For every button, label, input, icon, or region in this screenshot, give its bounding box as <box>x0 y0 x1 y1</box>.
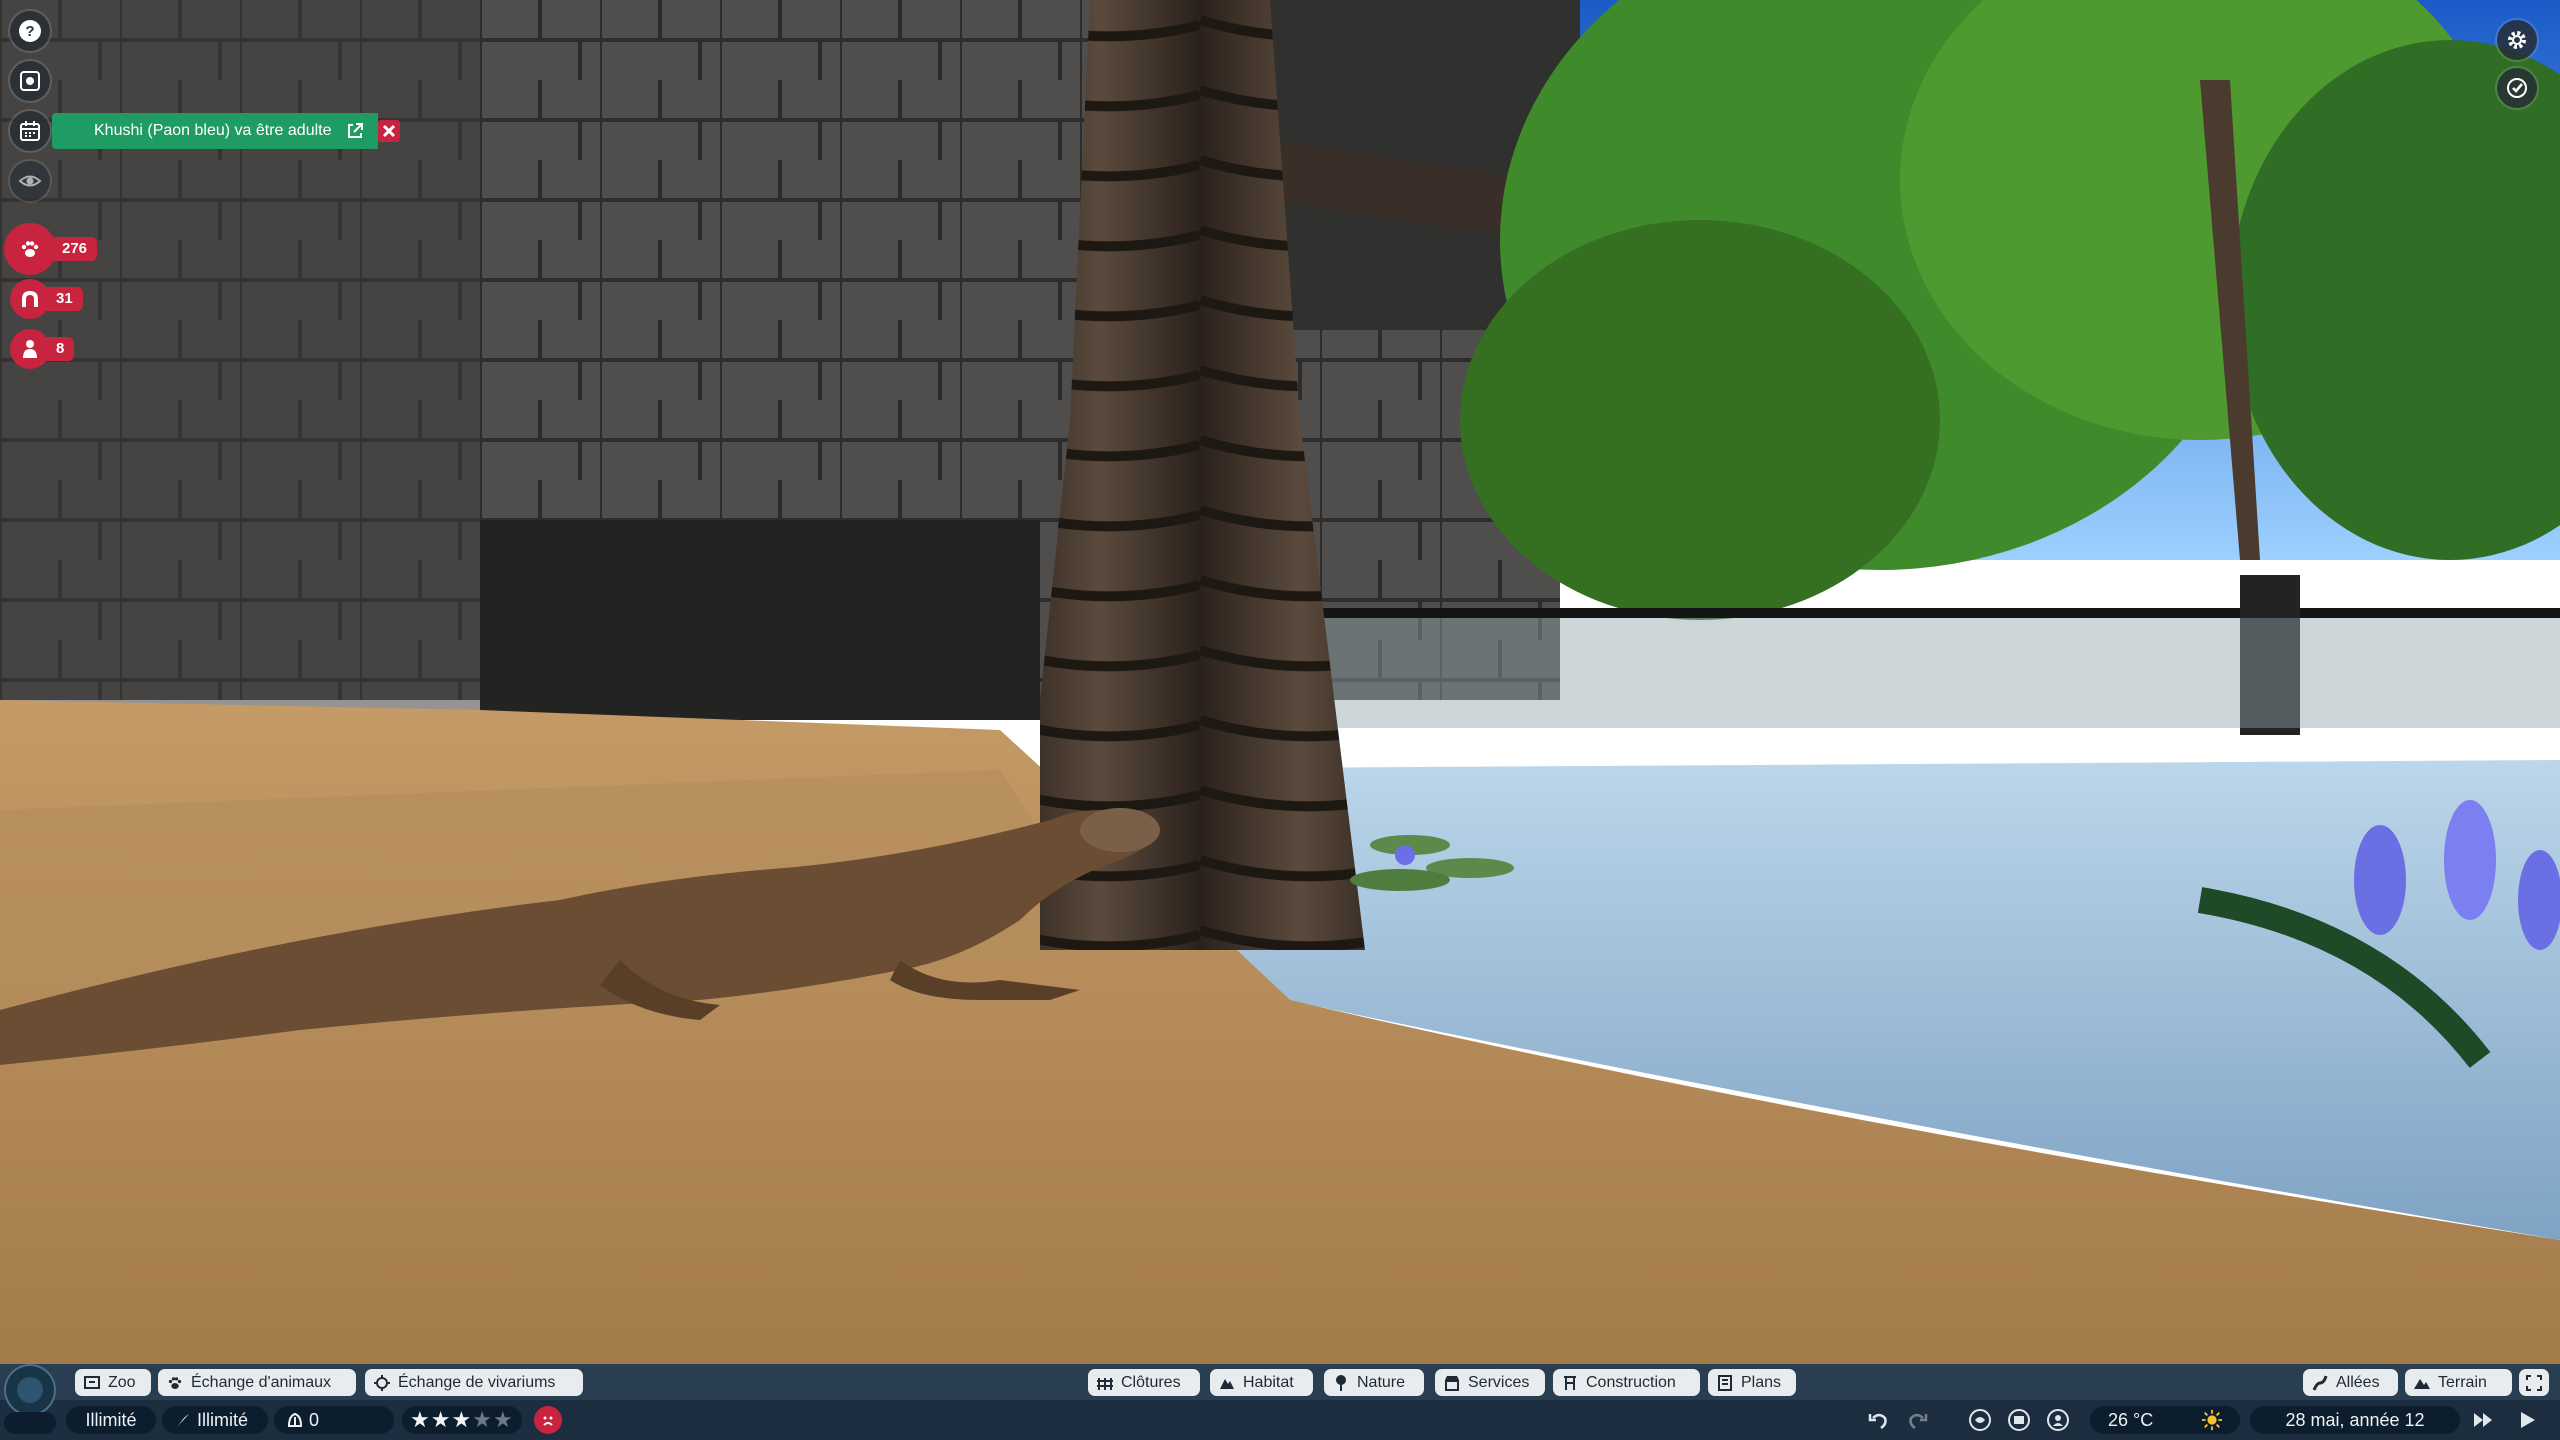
date: 28 mai, année 12 <box>2285 1409 2425 1430</box>
expand-icon <box>2526 1374 2542 1391</box>
heatmap-icon <box>1969 1409 1991 1431</box>
menu-services-button[interactable]: Services <box>1435 1369 1545 1396</box>
sun-icon <box>2201 1409 2223 1431</box>
calendar-icon <box>20 121 40 141</box>
info-panel-button[interactable] <box>2006 1407 2032 1433</box>
research-display[interactable]: Illimité <box>162 1406 268 1434</box>
menu-nature-button[interactable]: Nature <box>1324 1369 1424 1396</box>
sad-face-icon <box>543 1416 553 1426</box>
menu-extra-button[interactable] <box>2519 1369 2549 1396</box>
svg-text:?: ? <box>25 23 34 40</box>
open-external-icon[interactable] <box>345 121 365 141</box>
vivarium-icon <box>374 1374 390 1391</box>
zoo-icon <box>84 1375 100 1389</box>
star-empty-icon: ★ <box>492 1407 514 1432</box>
menu-animal-trade-button[interactable]: Échange d'animaux <box>158 1369 356 1396</box>
photo-mode-button[interactable] <box>2497 68 2537 108</box>
notification-text: Khushi (Paon bleu) va être adulte <box>94 122 332 139</box>
menu-habitat-button[interactable]: Habitat <box>1210 1369 1313 1396</box>
menu-fences-button[interactable]: Clôtures <box>1088 1369 1200 1396</box>
camera-control-tab[interactable] <box>4 1412 56 1434</box>
help-button[interactable]: ? <box>10 11 50 51</box>
paw-icon <box>21 241 39 257</box>
settings-gear-icon <box>2508 31 2526 49</box>
star-empty-icon: ★ <box>472 1407 493 1432</box>
settings-button[interactable] <box>2497 20 2537 60</box>
zoo-overview-icon <box>20 71 40 91</box>
tree-icon <box>1336 1374 1346 1391</box>
camera-control-dial[interactable] <box>4 1364 56 1416</box>
zoo-rating-stars[interactable]: ★★★★★ <box>402 1406 522 1434</box>
guests-stat[interactable]: 8 <box>10 329 75 369</box>
calendar-button[interactable] <box>10 111 50 151</box>
staff-icon <box>22 291 38 307</box>
photo-mode-icon <box>2507 78 2527 98</box>
heatmap-button[interactable] <box>1967 1407 1993 1433</box>
menu-construction-button[interactable]: Construction <box>1553 1369 1700 1396</box>
visibility-button[interactable] <box>10 161 50 201</box>
star-filled-icon: ★ <box>430 1407 452 1432</box>
close-icon <box>382 124 396 138</box>
conservation-icon <box>287 1412 303 1427</box>
guest-mood-indicator[interactable] <box>534 1406 562 1434</box>
star-filled-icon: ★ <box>451 1407 473 1432</box>
info-panel-icon <box>2008 1409 2030 1431</box>
build-icon <box>1564 1375 1576 1390</box>
fast-forward-icon <box>2474 1413 2492 1427</box>
feather-icon <box>177 1414 189 1427</box>
star-filled-icon: ★ <box>410 1407 431 1432</box>
game-viewport[interactable] <box>0 0 2560 1440</box>
notification-close-button[interactable] <box>378 120 400 142</box>
play-button[interactable] <box>2514 1407 2540 1433</box>
notification-banner[interactable]: Khushi (Paon bleu) va être adulte <box>52 113 378 149</box>
star-rating: ★★★★★ <box>410 1407 514 1433</box>
terrain-icon <box>2414 1378 2430 1389</box>
menu-vivarium-trade-button[interactable]: Échange de vivariums <box>365 1369 583 1396</box>
temperature: 26 °C <box>2108 1409 2154 1430</box>
animals-stat[interactable]: 276 <box>4 223 98 275</box>
habitat-icon <box>1220 1378 1234 1389</box>
undo-icon <box>1868 1413 1887 1430</box>
redo-button[interactable] <box>1904 1407 1930 1433</box>
menu-terrain-button[interactable]: Terrain <box>2405 1369 2512 1396</box>
guest-icon <box>23 340 37 358</box>
menu-zoo-button[interactable]: Zoo <box>75 1369 151 1396</box>
money-display[interactable]: Illimité <box>66 1406 156 1434</box>
guest-view-button[interactable] <box>2045 1407 2071 1433</box>
undo-button[interactable] <box>1866 1407 1892 1433</box>
guest-view-icon <box>2047 1409 2069 1431</box>
fence-icon <box>1097 1377 1113 1390</box>
weather-display[interactable]: 26 °C <box>2090 1406 2240 1434</box>
date-display[interactable]: 28 mai, année 12 <box>2250 1406 2460 1434</box>
blueprint-icon <box>1718 1374 1732 1391</box>
fast-forward-button[interactable] <box>2470 1407 2496 1433</box>
path-icon <box>2312 1375 2328 1391</box>
menu-paths-button[interactable]: Allées <box>2303 1369 2398 1396</box>
shop-icon <box>1445 1375 1459 1391</box>
staff-stat[interactable]: 31 <box>10 279 83 319</box>
redo-icon <box>1909 1413 1928 1430</box>
paw-icon <box>168 1376 182 1389</box>
visibility-icon <box>18 175 42 187</box>
play-icon <box>2521 1412 2535 1428</box>
menu-blueprints-button[interactable]: Plans <box>1708 1369 1796 1396</box>
zoo-overview-button[interactable] <box>10 61 50 101</box>
conservation-display[interactable]: 0 <box>274 1406 394 1434</box>
help-icon: ? <box>19 20 41 42</box>
